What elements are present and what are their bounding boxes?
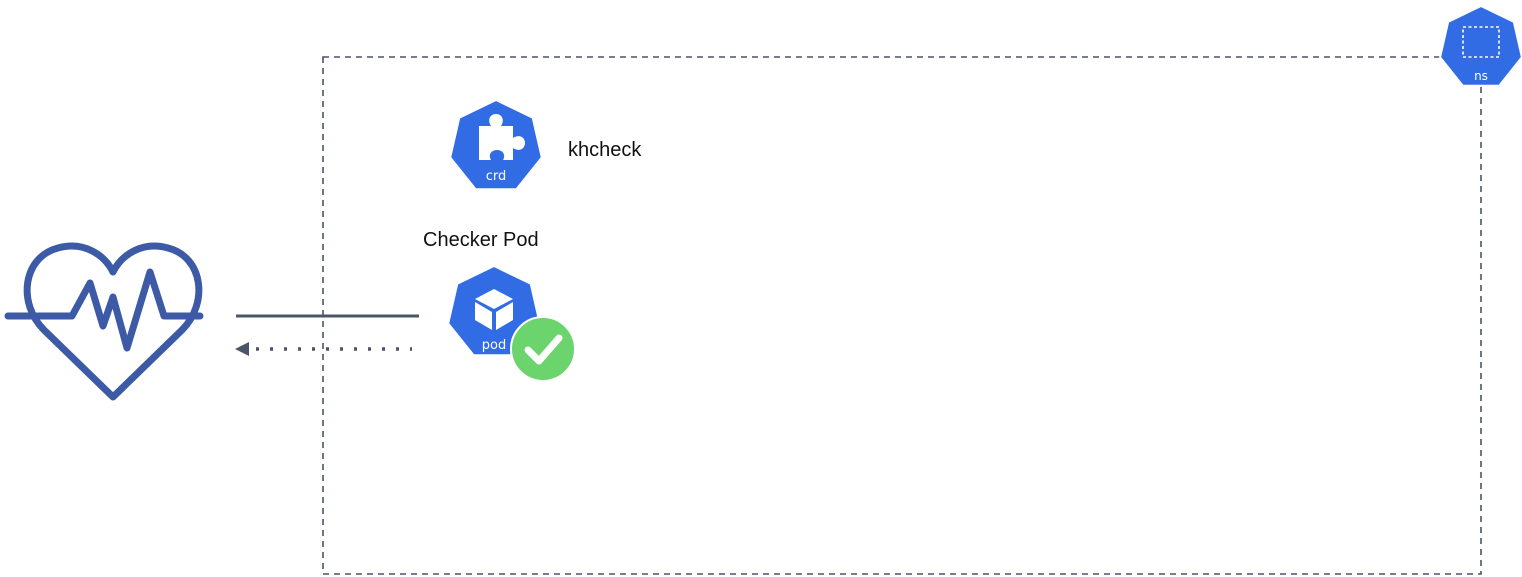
namespace-icon-label: ns	[1474, 69, 1488, 83]
heart-pulse-icon	[4, 242, 204, 401]
crd-icon-label: crd	[486, 169, 507, 184]
pod-icon-label: pod	[482, 338, 506, 353]
crd-name-label: khcheck	[568, 139, 642, 161]
checkmark-icon	[510, 316, 576, 382]
namespace-icon: ns	[1439, 4, 1522, 87]
crd-icon: crd	[449, 98, 543, 191]
diagram-canvas: ns crd khcheck Checker Pod pod	[4, 4, 1522, 575]
pod-title-label: Checker Pod	[423, 229, 539, 251]
